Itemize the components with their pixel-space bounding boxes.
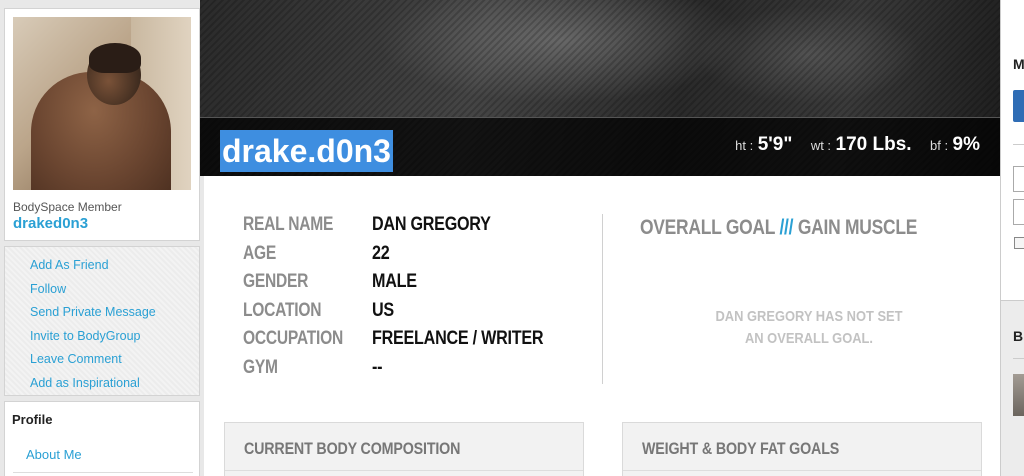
sidebar-button[interactable] xyxy=(1013,90,1024,122)
profile-nav: Profile About Me xyxy=(4,401,200,476)
sidebar-checkbox[interactable] xyxy=(1014,237,1024,249)
profile-nav-title: Profile xyxy=(12,412,53,427)
profile-banner: drake.d0n3 ht : 5'9" wt : 170 Lbs. bf : … xyxy=(200,0,1000,176)
divider xyxy=(225,470,583,471)
body-stats: ht : 5'9" wt : 170 Lbs. bf : 9% xyxy=(721,134,980,160)
height-stat: ht : 5'9" xyxy=(735,134,793,155)
divider xyxy=(1013,144,1024,145)
actions-menu: Add As Friend Follow Send Private Messag… xyxy=(4,246,200,396)
profile-main: REAL NAME DAN GREGORY AGE 22 GENDER MALE LO… xyxy=(204,176,1000,476)
member-label: BodySpace Member xyxy=(13,200,122,214)
add-friend-link[interactable]: Add As Friend xyxy=(30,256,199,280)
left-sidebar: BodySpace Member draked0n3 Add As Friend… xyxy=(0,0,204,476)
profile-card: BodySpace Member draked0n3 xyxy=(4,8,200,241)
panel-title: WEIGHT & BODY FAT GOALS xyxy=(642,439,840,458)
thumbnail-image[interactable] xyxy=(1013,374,1024,416)
right-sidebar: M B xyxy=(1000,0,1024,476)
weight-stat: wt : 170 Lbs. xyxy=(810,134,912,155)
section-heading: M xyxy=(1013,56,1024,72)
info-row: AGE 22 xyxy=(243,242,390,264)
bodyfat-stat: bf : 9% xyxy=(930,134,980,155)
body-composition-panel: CURRENT BODY COMPOSITION xyxy=(224,422,584,476)
send-message-link[interactable]: Send Private Message xyxy=(30,303,199,327)
username-heading: drake.d0n3 xyxy=(220,130,393,172)
avatar[interactable] xyxy=(13,17,191,190)
info-row: GYM -- xyxy=(243,356,383,378)
info-row: OCCUPATION FREELANCE / WRITER xyxy=(243,328,544,350)
overall-goal-title: OVERALL GOAL /// GAIN MUSCLE xyxy=(640,216,918,239)
info-row: GENDER MALE xyxy=(243,271,417,293)
panel-title: CURRENT BODY COMPOSITION xyxy=(244,439,461,458)
follow-link[interactable]: Follow xyxy=(30,280,199,304)
add-inspirational-link[interactable]: Add as Inspirational xyxy=(30,374,199,398)
sidebar-input[interactable] xyxy=(1013,166,1024,192)
divider xyxy=(1013,358,1024,359)
section-heading: B xyxy=(1013,328,1024,344)
member-name-link[interactable]: draked0n3 xyxy=(13,215,88,232)
info-row: REAL NAME DAN GREGORY xyxy=(243,214,491,235)
divider xyxy=(13,472,193,473)
divider xyxy=(602,214,603,384)
personal-info: REAL NAME DAN GREGORY AGE 22 GENDER MALE LO… xyxy=(243,214,574,386)
info-row: LOCATION US xyxy=(243,299,394,321)
about-me-link[interactable]: About Me xyxy=(26,447,82,462)
weight-goals-panel: WEIGHT & BODY FAT GOALS xyxy=(622,422,982,476)
invite-bodygroup-link[interactable]: Invite to BodyGroup xyxy=(30,327,199,351)
sidebar-input[interactable] xyxy=(1013,199,1024,225)
leave-comment-link[interactable]: Leave Comment xyxy=(30,350,199,374)
divider xyxy=(623,470,981,471)
goal-empty-message: DAN GREGORY HAS NOT SET AN OVERALL GOAL. xyxy=(715,308,903,347)
